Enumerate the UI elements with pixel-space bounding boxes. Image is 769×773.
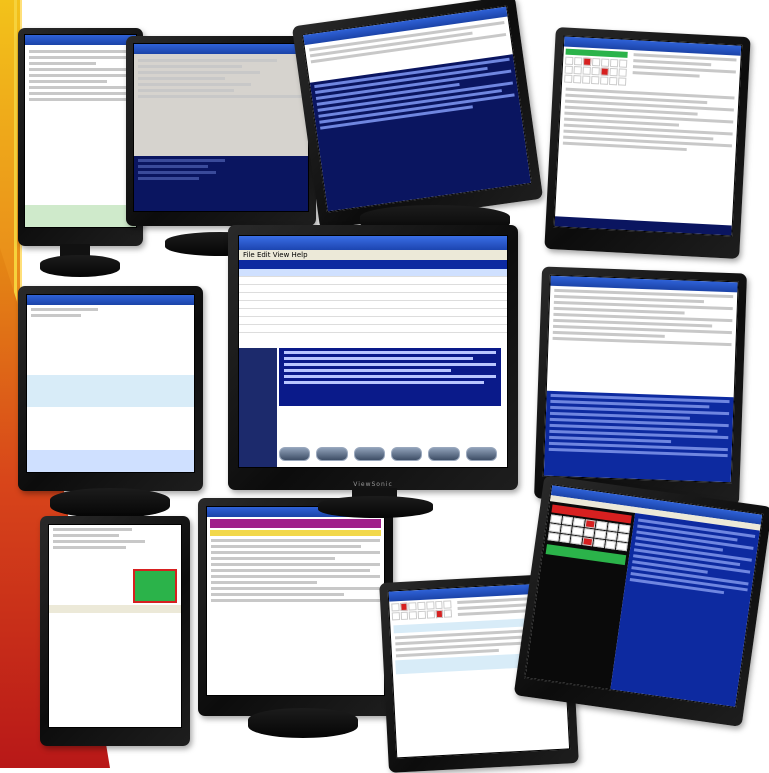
- monitor-stand: [248, 708, 358, 738]
- toolbar-button[interactable]: [428, 447, 460, 461]
- toolbar-button[interactable]: [279, 447, 311, 461]
- monitor-top-right-calendar: [544, 27, 751, 259]
- monitor-middle-left: [18, 286, 203, 491]
- monitor-top-form: [126, 36, 316, 226]
- monitor-center-main: File Edit View Help ViewSonic: [228, 225, 518, 490]
- toolbar-button[interactable]: [316, 447, 348, 461]
- toolbar-button[interactable]: [465, 447, 497, 461]
- monitor-stand: [318, 496, 433, 518]
- monitor-bottom-right-schedule: [513, 475, 769, 727]
- monitor-middle-right: [534, 266, 747, 506]
- monitor-stand: [40, 255, 120, 277]
- menu-bar[interactable]: File Edit View Help: [239, 250, 507, 260]
- monitor-bottom-report: [198, 498, 393, 716]
- monitor-top-left: [18, 28, 143, 246]
- toolbar-button[interactable]: [353, 447, 385, 461]
- monitor-top-terminal: [291, 0, 544, 230]
- monitor-bottom-left: [40, 516, 190, 746]
- toolbar-button[interactable]: [390, 447, 423, 461]
- monitor-stand: [50, 488, 170, 518]
- monitor-brand-label: ViewSonic: [353, 481, 393, 488]
